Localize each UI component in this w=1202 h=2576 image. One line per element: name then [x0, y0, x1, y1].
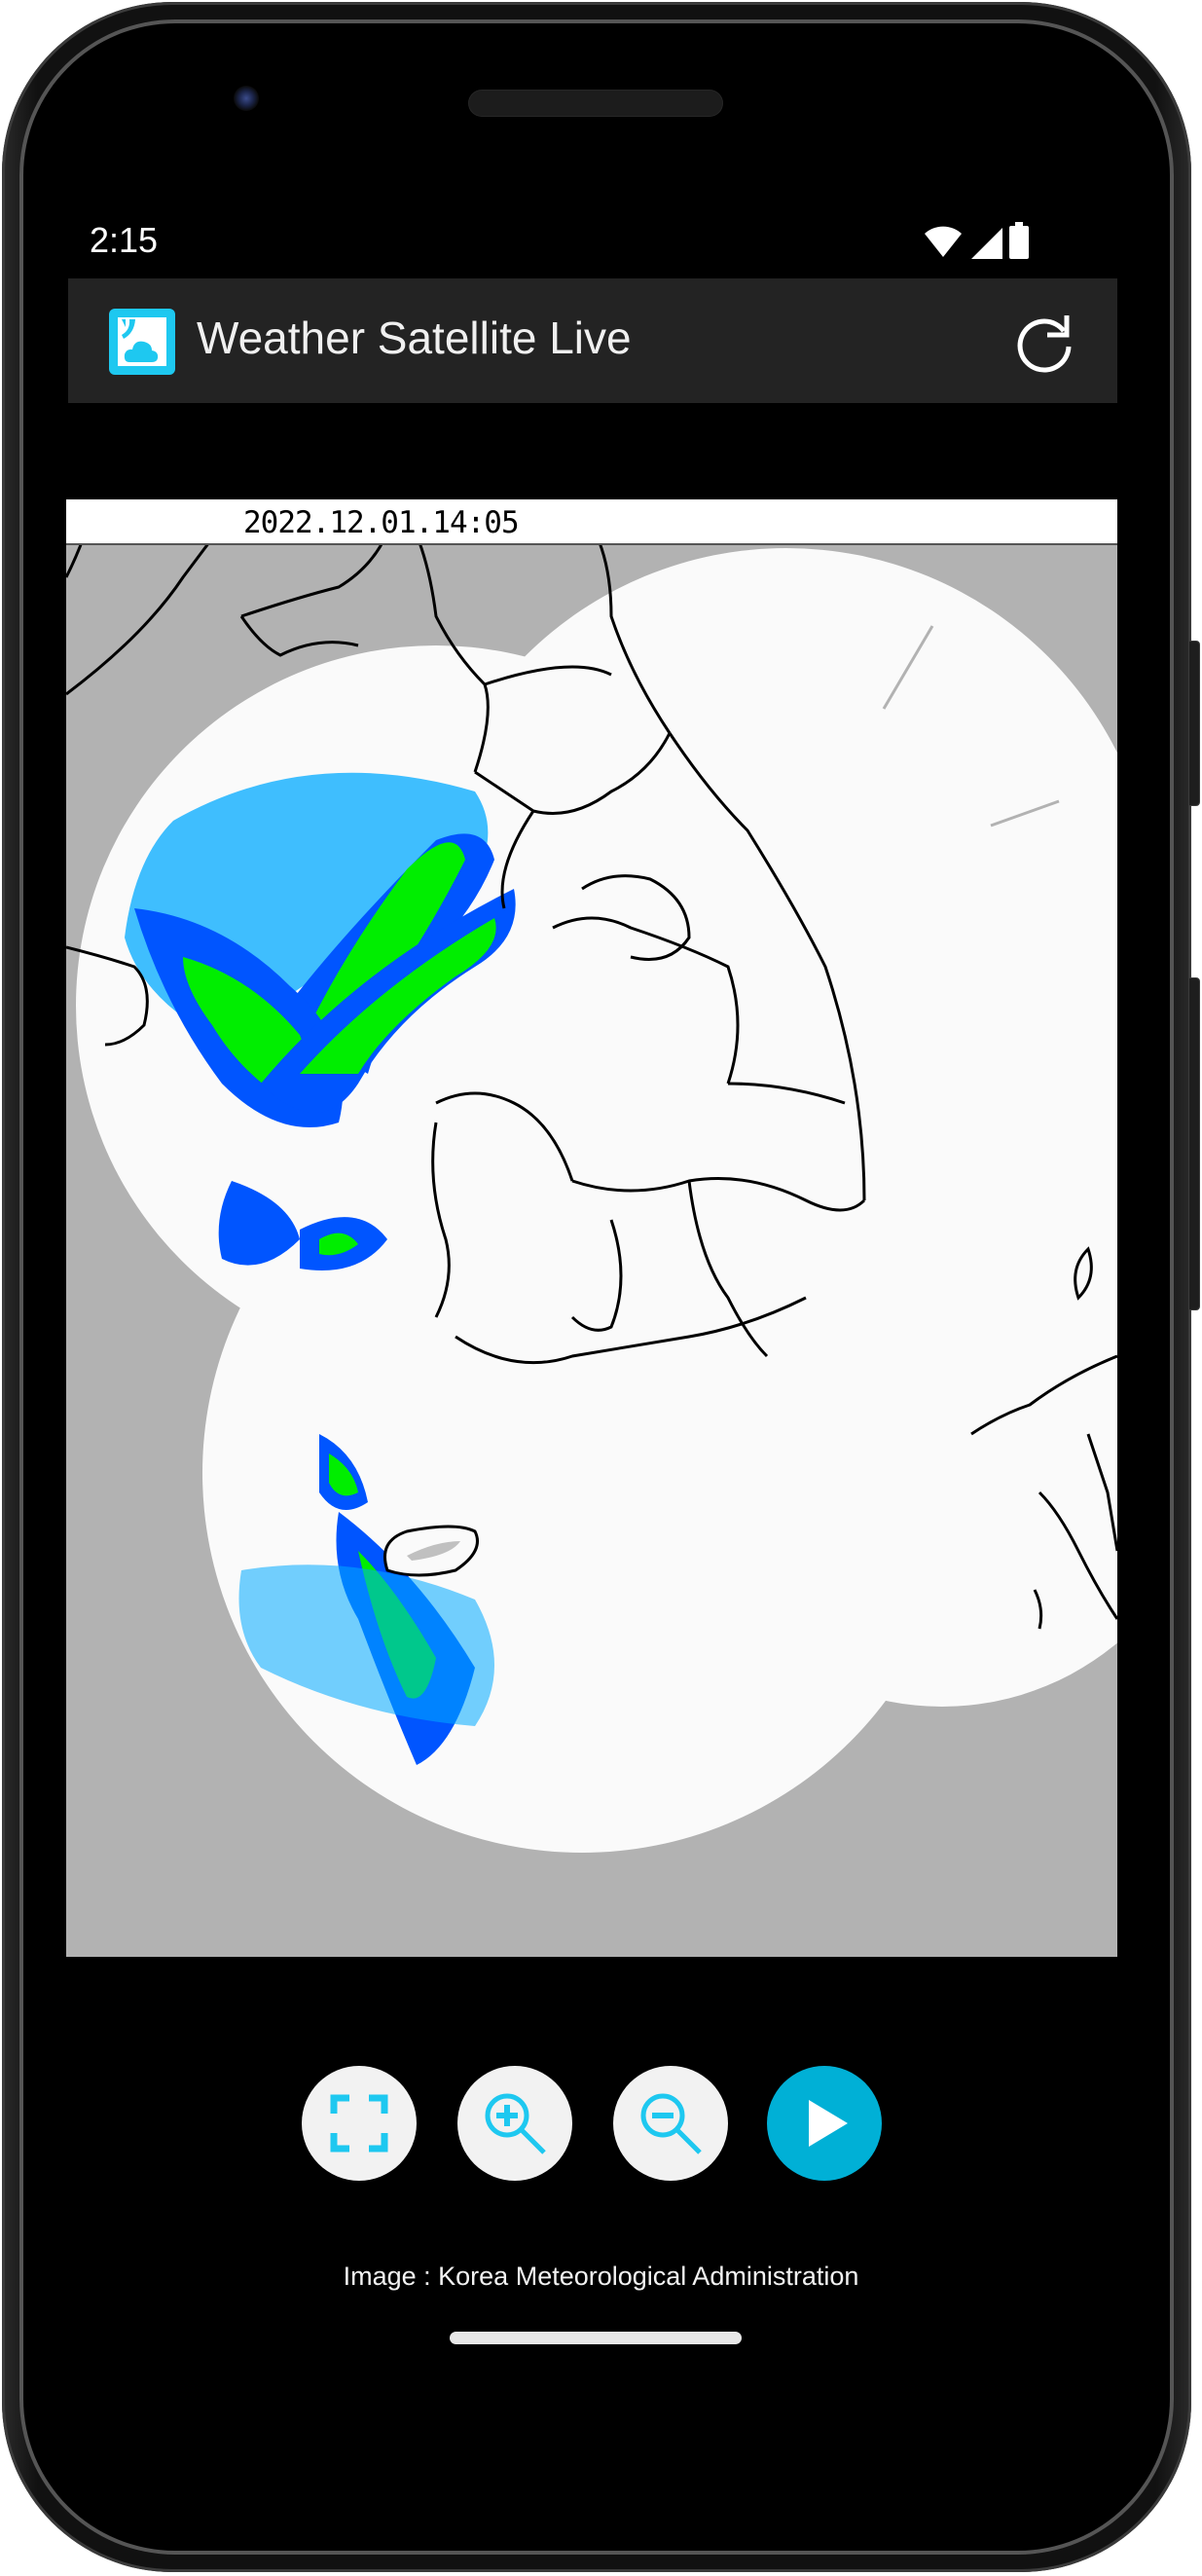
- image-credit: Image : Korea Meteorological Administrat…: [343, 2262, 859, 2291]
- wifi-icon: [925, 226, 962, 257]
- play-button[interactable]: [767, 2066, 882, 2181]
- app-title: Weather Satellite Live: [197, 313, 632, 363]
- refresh-icon[interactable]: [1010, 308, 1078, 376]
- front-camera: [234, 86, 259, 111]
- cell-signal-icon: [971, 228, 1002, 259]
- zoom-in-button[interactable]: [457, 2066, 572, 2181]
- volume-button: [1188, 977, 1200, 1310]
- radar-map-image[interactable]: 2022.12.01.14:05: [66, 499, 1117, 1957]
- battery-icon: [1009, 222, 1029, 259]
- zoom-out-icon: [640, 2093, 702, 2154]
- weather-radar-app-icon: [109, 309, 175, 375]
- app-bar: Weather Satellite Live: [68, 278, 1117, 403]
- play-icon: [809, 2100, 848, 2147]
- radar-map-canvas: [66, 499, 1117, 1853]
- radar-timestamp: 2022.12.01.14:05: [243, 505, 520, 540]
- zoom-out-button[interactable]: [613, 2066, 728, 2181]
- zoom-in-icon: [485, 2093, 546, 2154]
- radar-timestamp-band: 2022.12.01.14:05: [66, 499, 1117, 545]
- playback-controls: [0, 2066, 1202, 2181]
- power-button: [1188, 641, 1200, 806]
- status-icons: [923, 222, 1030, 259]
- earpiece-speaker: [469, 91, 722, 116]
- fullscreen-icon: [330, 2094, 388, 2153]
- status-time: 2:15: [90, 220, 159, 260]
- fullscreen-button[interactable]: [302, 2066, 417, 2181]
- home-indicator[interactable]: [450, 2332, 742, 2344]
